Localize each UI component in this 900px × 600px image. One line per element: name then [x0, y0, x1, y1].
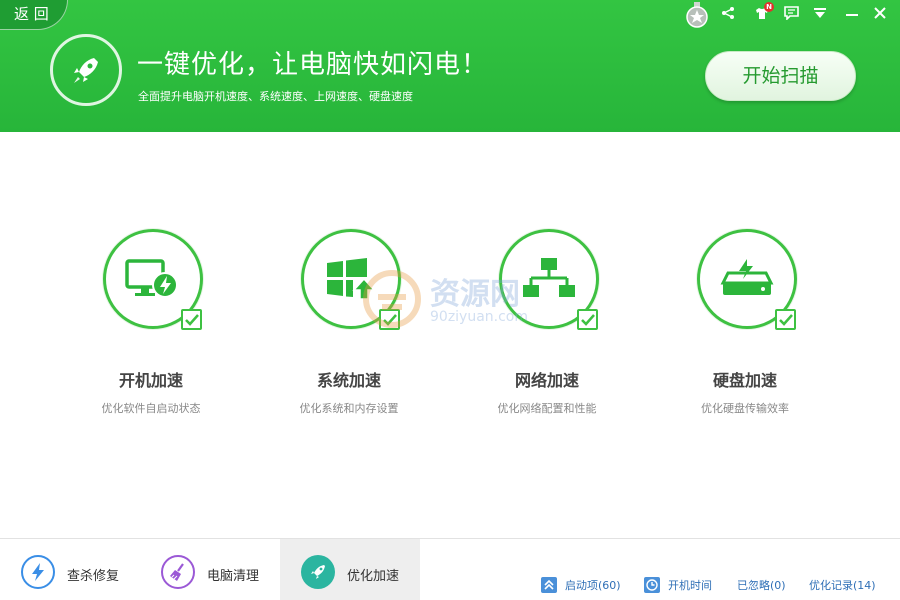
check-icon [580, 313, 595, 326]
medal-icon[interactable] [686, 2, 708, 28]
feature-checkbox[interactable] [775, 309, 796, 330]
feature-desc: 优化系统和内存设置 [299, 402, 399, 415]
nav-label: 电脑清理 [207, 569, 260, 584]
headline: 一键优化，让电脑快如闪电！ [137, 50, 489, 80]
nav-pc-cleanup[interactable]: 电脑清理 [140, 539, 280, 600]
subline: 全面提升电脑开机速度、系统速度、上网速度、硬盘速度 [138, 90, 413, 103]
feature-title: 系统加速 [316, 371, 381, 390]
feature-checkbox[interactable] [181, 309, 202, 330]
check-icon [184, 313, 199, 326]
notification-badge: N [764, 2, 774, 12]
bolt-icon [21, 555, 55, 589]
feature-checkbox[interactable] [577, 309, 598, 330]
optimize-history-link[interactable]: 优化记录(14) [809, 576, 876, 594]
feature-desc: 优化网络配置和性能 [497, 402, 597, 415]
ignored-link[interactable]: 已忽略(0) [737, 576, 786, 594]
startup-icon [541, 577, 557, 593]
back-button[interactable]: 返 回 [0, 0, 68, 30]
status-label: 启动项(60) [565, 579, 621, 592]
startup-items-link[interactable]: 启动项(60) [541, 576, 621, 594]
network-icon [523, 258, 575, 297]
minimize-icon[interactable] [842, 4, 862, 22]
monitor-bolt-icon [125, 259, 178, 298]
nav-optimize-speedup[interactable]: 优化加速 [280, 539, 420, 600]
feature-desc: 优化软件自启动状态 [101, 402, 201, 415]
rocket-icon [301, 555, 335, 589]
boot-time-link[interactable]: 开机时间 [644, 576, 712, 594]
rocket-icon [74, 58, 98, 83]
menu-icon[interactable] [810, 4, 830, 22]
feature-title: 硬盘加速 [712, 371, 777, 390]
feature-checkbox[interactable] [379, 309, 400, 330]
header-banner: 返 回 一键优化，让电脑快如闪电！ 全面提升电脑开机速度、系统速度、上网速度、硬… [0, 0, 900, 132]
nav-scan-repair[interactable]: 查杀修复 [0, 539, 140, 600]
windows-arrow-icon [327, 258, 376, 300]
status-label: 优化记录(14) [809, 579, 876, 592]
feature-title: 网络加速 [514, 371, 579, 390]
share-icon[interactable] [718, 4, 738, 22]
check-icon [778, 313, 793, 326]
nav-label: 优化加速 [347, 569, 400, 584]
check-icon [382, 313, 397, 326]
message-icon[interactable] [781, 4, 801, 22]
rocket-badge [50, 34, 122, 106]
clock-icon [644, 577, 660, 593]
status-label: 开机时间 [668, 579, 712, 592]
start-scan-button[interactable]: 开始扫描 [705, 51, 856, 101]
skin-icon[interactable]: N [752, 2, 774, 22]
nav-label: 查杀修复 [67, 569, 120, 584]
feature-desc: 优化硬盘传输效率 [701, 402, 789, 415]
feature-title: 开机加速 [118, 371, 183, 390]
close-icon[interactable] [870, 4, 890, 22]
harddisk-bolt-icon [720, 259, 774, 295]
status-label: 已忽略(0) [737, 579, 786, 592]
broom-icon [161, 555, 195, 589]
